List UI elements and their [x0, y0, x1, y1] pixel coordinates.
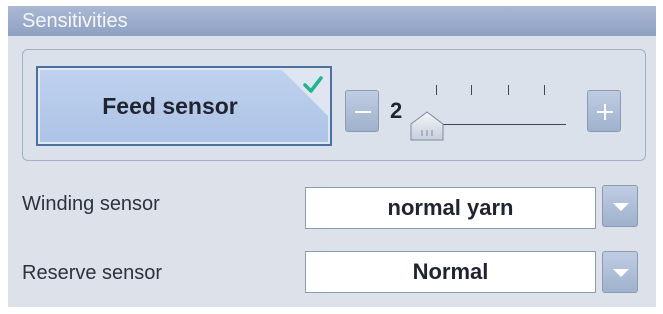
feed-sensor-toggle[interactable]: Feed sensor: [36, 66, 332, 146]
reserve-sensor-value: Normal: [412, 259, 489, 284]
increase-sensitivity-button[interactable]: [587, 90, 621, 132]
reserve-sensor-dropdown-button[interactable]: [602, 251, 638, 293]
checkmark-icon: [303, 76, 323, 93]
winding-sensor-dropdown-button[interactable]: [602, 185, 638, 227]
minus-icon: [355, 111, 371, 113]
slider-tick: [471, 85, 472, 95]
feed-sensor-label: Feed sensor: [102, 92, 238, 119]
sensitivity-value: 2: [390, 98, 403, 123]
panel-header: Sensitivities: [8, 6, 656, 36]
slider-tick: [544, 85, 545, 95]
reserve-sensor-label: Reserve sensor: [22, 262, 163, 284]
winding-sensor-value: normal yarn: [387, 195, 514, 220]
sensitivity-slider-handle[interactable]: [409, 110, 445, 141]
winding-sensor-label: Winding sensor: [22, 193, 160, 215]
plus-icon: [597, 104, 613, 120]
chevron-down-icon: [613, 203, 629, 211]
panel-title: Sensitivities: [22, 10, 128, 32]
slider-tick: [436, 85, 437, 95]
chevron-down-icon: [613, 269, 629, 277]
decrease-sensitivity-button[interactable]: [345, 90, 379, 132]
winding-sensor-select[interactable]: normal yarn: [305, 187, 596, 229]
reserve-sensor-select[interactable]: Normal: [305, 251, 596, 293]
slider-tick: [508, 85, 509, 95]
